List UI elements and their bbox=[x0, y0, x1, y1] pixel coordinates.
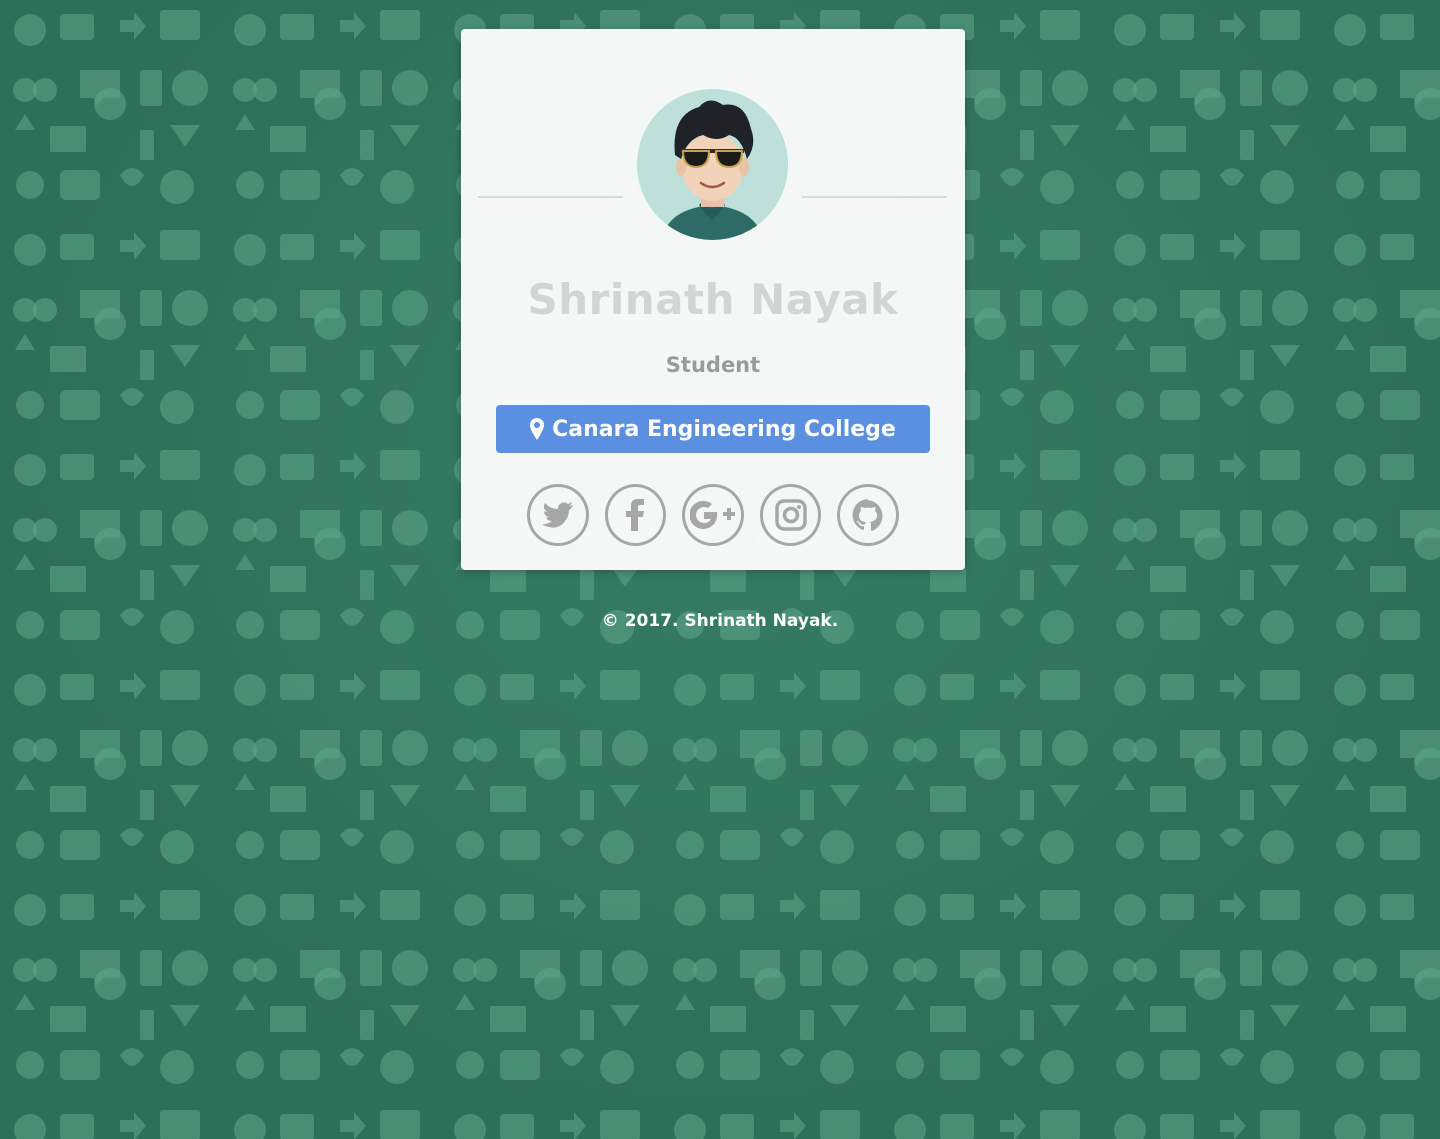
profile-card: Shrinath Nayak Student Canara Engineerin… bbox=[461, 29, 965, 570]
facebook-icon bbox=[626, 499, 645, 531]
google-plus-icon bbox=[689, 499, 736, 531]
profile-role: Student bbox=[665, 353, 761, 377]
twitter-button[interactable] bbox=[527, 484, 589, 546]
social-links bbox=[527, 484, 899, 546]
google-plus-button[interactable] bbox=[682, 484, 744, 546]
profile-name: Shrinath Nayak bbox=[527, 275, 899, 324]
location-button[interactable]: Canara Engineering College bbox=[496, 405, 930, 453]
avatar bbox=[637, 89, 788, 240]
facebook-button[interactable] bbox=[604, 484, 667, 546]
github-button[interactable] bbox=[837, 484, 899, 546]
instagram-icon bbox=[774, 499, 807, 531]
location-label: Canara Engineering College bbox=[552, 416, 896, 442]
instagram-button[interactable] bbox=[759, 484, 822, 546]
github-icon bbox=[852, 499, 884, 531]
twitter-icon bbox=[542, 502, 573, 528]
divider-left bbox=[478, 196, 623, 198]
divider-right bbox=[802, 196, 947, 198]
map-marker-icon bbox=[530, 418, 545, 440]
footer-copyright: © 2017. Shrinath Nayak. bbox=[601, 611, 839, 631]
